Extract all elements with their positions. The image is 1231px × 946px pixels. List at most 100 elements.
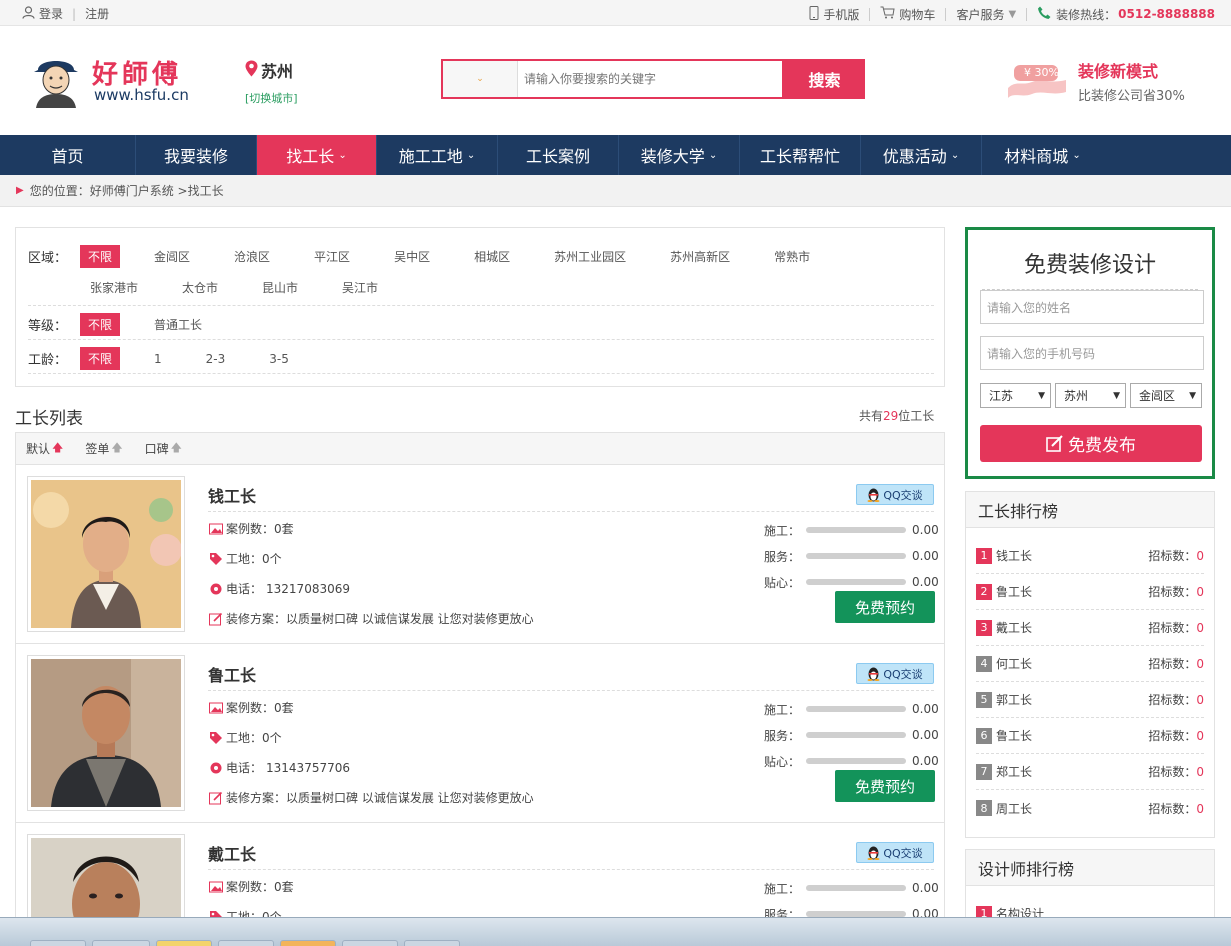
qq-label: QQ交谈 [883, 488, 923, 502]
switch-city-link[interactable]: [切换城市] [245, 90, 298, 106]
nav-construction-sites[interactable]: 施工工地 ⌄ [377, 135, 498, 175]
qq-chat-button[interactable]: QQ交谈 [856, 484, 934, 505]
ranking-item[interactable]: 3 戴工长 招标数：0 [976, 610, 1204, 646]
city-select[interactable]: 苏州 ▼ [1055, 383, 1126, 408]
taskbar-button[interactable] [30, 940, 86, 946]
region-option[interactable]: 相城区 [474, 248, 510, 265]
search-input[interactable] [518, 61, 782, 97]
taskbar-button[interactable] [156, 940, 212, 946]
rating-bar [806, 885, 906, 891]
free-publish-button[interactable]: 免费发布 [980, 425, 1202, 462]
mobile-link[interactable]: 手机版 [809, 5, 859, 23]
nav-find-foreman[interactable]: 找工长 ⌄ [257, 135, 377, 175]
region-option[interactable]: 沧浪区 [234, 248, 270, 265]
phone-number: 13143757706 [266, 760, 350, 775]
ranking-item[interactable]: 7 郑工长 招标数：0 [976, 754, 1204, 790]
worker-name[interactable]: 鲁工长 [208, 662, 256, 686]
years-option[interactable]: 3-5 [269, 352, 289, 366]
level-filter: 等级： 不限 普通工长 [28, 313, 202, 336]
region-option[interactable]: 昆山市 [262, 279, 298, 296]
chevron-down-icon: ▼ [1008, 8, 1017, 20]
region-option[interactable]: 苏州工业园区 [554, 248, 626, 265]
taskbar-button[interactable] [342, 940, 398, 946]
region-option[interactable]: 太仓市 [182, 279, 218, 296]
region-option[interactable]: 平江区 [314, 248, 350, 265]
chevron-down-icon: ⌄ [708, 149, 718, 161]
breadcrumb-text[interactable]: 您的位置：好师傅门户系统 >找工长 [30, 182, 224, 199]
worker-name[interactable]: 戴工长 [208, 841, 256, 865]
ranking-item[interactable]: 5 郭工长 招标数：0 [976, 682, 1204, 718]
region-option[interactable]: 金阊区 [154, 248, 190, 265]
level-option[interactable]: 不限 [80, 313, 121, 336]
rating-bar [806, 527, 906, 533]
worker-photo[interactable] [27, 476, 185, 632]
site-logo[interactable]: 好師傅 www.hsfu.cn [30, 52, 205, 112]
auth-links: 登录 | 注册 [22, 5, 109, 22]
ranking-item[interactable]: 1 钱工长 招标数：0 [976, 538, 1204, 574]
taskbar-button[interactable] [404, 940, 460, 946]
ranking-item[interactable]: 4 何工长 招标数：0 [976, 646, 1204, 682]
years-option[interactable]: 1 [154, 352, 162, 366]
divider [1026, 7, 1028, 21]
ranking-item[interactable]: 1 名构设计 [976, 896, 1204, 917]
sort-signed[interactable]: 签单 🡅 [85, 439, 122, 458]
worker-photo[interactable] [27, 655, 185, 811]
level-option[interactable]: 普通工长 [154, 316, 202, 333]
nav-foreman-cases[interactable]: 工长案例 [498, 135, 619, 175]
nav-promotions[interactable]: 优惠活动 ⌄ [861, 135, 982, 175]
rating-label: 施工： [764, 523, 801, 538]
ranking-item[interactable]: 8 周工长 招标数：0 [976, 790, 1204, 826]
city-selector: 苏州 [切换城市] [245, 58, 298, 106]
phone-input[interactable]: 请输入您的手机号码 [980, 336, 1204, 370]
years-option[interactable]: 2-3 [206, 352, 226, 366]
district-select[interactable]: 金阊区 ▼ [1130, 383, 1202, 408]
region-option[interactable]: 不限 [80, 245, 121, 268]
sort-default[interactable]: 默认 🡅 [26, 439, 63, 458]
ranking-item[interactable]: 2 鲁工长 招标数：0 [976, 574, 1204, 610]
region-option[interactable]: 常熟市 [774, 248, 810, 265]
rank-number: 4 [976, 655, 992, 672]
search-button[interactable]: 搜索 [784, 59, 865, 99]
qq-chat-button[interactable]: QQ交谈 [856, 663, 934, 684]
image-icon [209, 702, 223, 713]
designer-ranking: 设计师排行榜 1 名构设计 [965, 849, 1215, 917]
nav-renovation-university[interactable]: 装修大学 ⌄ [619, 135, 740, 175]
taskbar-button[interactable] [280, 940, 336, 946]
worker-phone: 电话： 13217083069 [209, 580, 350, 597]
free-booking-button[interactable]: 免费预约 [835, 591, 935, 623]
nav-home[interactable]: 首页 [0, 135, 136, 175]
province-select[interactable]: 江苏 ▼ [980, 383, 1051, 408]
region-filter-row2: 张家港市 太仓市 昆山市 吴江市 [90, 279, 378, 296]
taskbar-button[interactable] [218, 940, 274, 946]
nav-foreman-help[interactable]: 工长帮帮忙 [740, 135, 861, 175]
name-input[interactable]: 请输入您的姓名 [980, 290, 1204, 324]
dropdown-arrow-icon: ▼ [1189, 390, 1196, 401]
region-label: 区域： [28, 251, 68, 266]
rank-number: 1 [976, 547, 992, 564]
sort-reputation[interactable]: 口碑 🡅 [145, 439, 182, 458]
taskbar-button[interactable] [92, 940, 150, 946]
ranking-item[interactable]: 6 鲁工长 招标数：0 [976, 718, 1204, 754]
register-link[interactable]: 注册 [85, 5, 109, 22]
qq-chat-button[interactable]: QQ交谈 [856, 842, 934, 863]
free-booking-button[interactable]: 免费预约 [835, 770, 935, 802]
promo-banner[interactable]: ¥ 30% 装修新模式 比装修公司省30% [1002, 56, 1202, 106]
cart-link[interactable]: 购物车 [880, 6, 935, 23]
region-option[interactable]: 吴中区 [394, 248, 430, 265]
region-option[interactable]: 张家港市 [90, 279, 138, 296]
divider: | [72, 6, 77, 21]
worker-name[interactable]: 钱工长 [208, 483, 256, 507]
years-option[interactable]: 不限 [80, 347, 121, 370]
customer-service-menu[interactable]: 客户服务 ▼ [956, 6, 1016, 23]
rank-count: 招标数：0 [1148, 727, 1204, 744]
region-option[interactable]: 苏州高新区 [670, 248, 730, 265]
qq-penguin-icon [867, 846, 880, 860]
dropdown-arrow-icon: ▼ [1113, 390, 1120, 401]
worker-photo[interactable] [27, 834, 185, 917]
nav-renovate[interactable]: 我要装修 [136, 135, 257, 175]
login-link[interactable]: 登录 [39, 5, 63, 22]
search-category-select[interactable]: ⌄ [443, 61, 518, 97]
rank-number: 2 [976, 583, 992, 600]
nav-material-mall[interactable]: 材料商城 ⌄ [982, 135, 1103, 175]
region-option[interactable]: 吴江市 [342, 279, 378, 296]
